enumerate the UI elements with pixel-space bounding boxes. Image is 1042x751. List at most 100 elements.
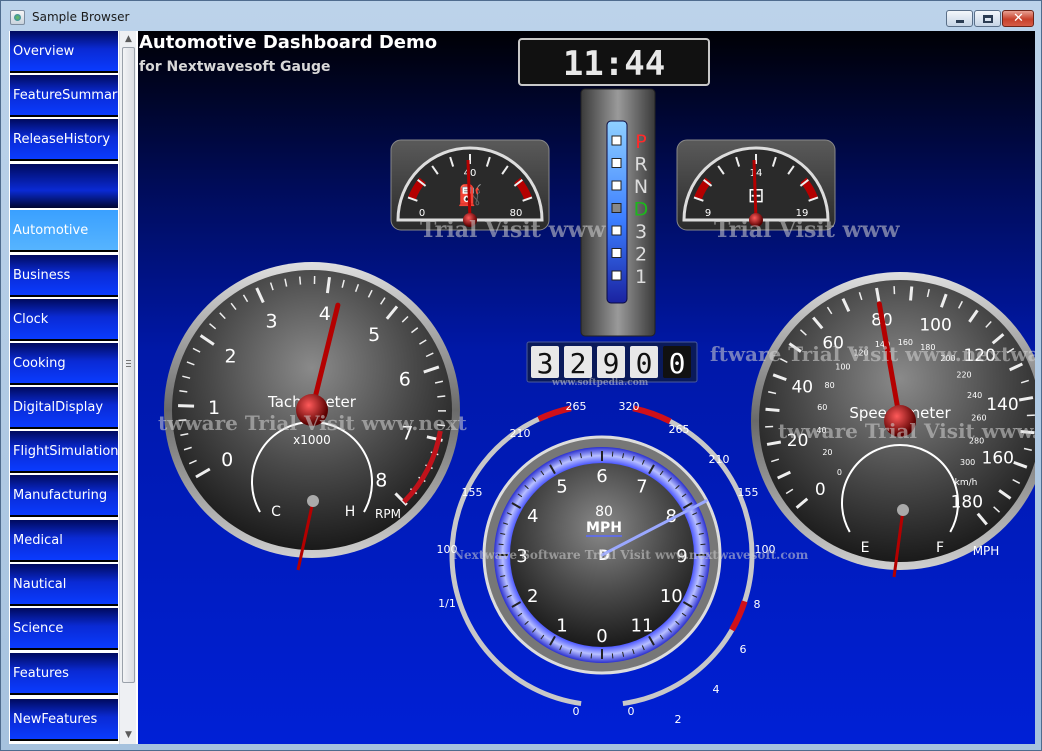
center-right-label: 8 (754, 598, 761, 611)
center-outer-label: 210 (510, 427, 531, 440)
gear-letter: 2 (635, 244, 647, 266)
tachometer-tick (437, 395, 446, 398)
scroll-thumb[interactable] (122, 47, 135, 683)
center-right-label: 4 (713, 683, 720, 696)
center-tick-label: 5 (556, 477, 567, 498)
sidebar-item-automotive[interactable]: Automotive (10, 210, 118, 252)
sidebar-item-nautical[interactable]: Nautical (10, 564, 118, 606)
odometer-digit: 9 (603, 347, 620, 380)
center-tick-label: 11 (631, 615, 654, 636)
center-tick (700, 543, 706, 546)
sidebar-item-flightsimulation[interactable]: FlightSimulation (10, 431, 119, 473)
fuel-empty-label: 0 (573, 705, 580, 718)
tachometer-tick (298, 276, 302, 285)
minimize-icon (956, 20, 964, 23)
center-right-label: 6 (740, 643, 747, 656)
sidebar-item-features[interactable]: Features (10, 653, 118, 695)
watermark-text: twware Trial Visit www.next (158, 411, 468, 435)
digital-display-value: 11:44 (563, 44, 665, 84)
gear-indicator (611, 248, 622, 258)
tachometer-tick-label: 6 (399, 368, 411, 390)
gear-letter: R (634, 154, 647, 176)
temp-low-label: C (271, 504, 281, 520)
speedometer-kmh-label: 300 (960, 458, 975, 467)
gear-indicator (611, 180, 622, 191)
sidebar-item-business[interactable]: Business (10, 255, 118, 297)
speedometer-tick (909, 286, 914, 301)
grip-icon (126, 360, 131, 367)
scroll-up-icon[interactable]: ▲ (122, 32, 135, 46)
sidebar-item-clock[interactable]: Clock (10, 299, 118, 341)
title-bar[interactable]: Sample Browser ✕ (1, 1, 1041, 31)
close-button[interactable]: ✕ (1002, 10, 1034, 27)
watermark-text: Nextwave Software Trial Visit www.nextwa… (453, 548, 809, 562)
speedometer-tick (765, 407, 780, 412)
center-tick (611, 451, 614, 457)
gear-indicator (611, 270, 622, 281)
gear-indicator (611, 203, 622, 213)
center-speed-unit: MPH (586, 520, 622, 536)
speedometer-mph-unit: MPH (973, 544, 1000, 558)
odometer-digit: 2 (570, 347, 587, 380)
tachometer-tick (178, 404, 195, 408)
fuel-high-label: F (936, 540, 944, 556)
center-outer-label: 155 (738, 486, 759, 499)
speedometer-kmh-label: 240 (967, 391, 982, 400)
sidebar-item-digitaldisplay[interactable]: DigitalDisplay (10, 387, 118, 429)
odometer-digit: 0 (669, 347, 686, 380)
gear-letter: P (635, 131, 646, 153)
speedometer-mph-label: 180 (951, 493, 983, 513)
odometer-digit: 0 (636, 347, 653, 380)
center-tick-label: 4 (527, 506, 538, 527)
oil_gauge-needle (466, 159, 472, 221)
center-outer-label: 320 (619, 400, 640, 413)
scroll-down-icon[interactable]: ▼ (122, 728, 135, 742)
gear-letter: N (634, 176, 648, 198)
app-window: Sample Browser ✕ Overview FeatureSummary R… (0, 0, 1042, 751)
watermark-text: www.softpedia.com (551, 378, 649, 388)
speedometer-kmh-label: 220 (956, 371, 971, 380)
center-outer-red-bottom (729, 600, 748, 632)
speedometer-mph-label: 140 (986, 395, 1018, 415)
speedometer-kmh-label: 0 (837, 468, 842, 477)
gear-letter: 1 (635, 266, 647, 288)
speedometer-kmh-label: 20 (822, 448, 832, 457)
center-tick (498, 543, 504, 546)
gear-indicator (611, 158, 622, 168)
watermark-text: Trial Visit www (420, 217, 606, 243)
sidebar-scrollbar[interactable]: ▲ ▼ (119, 31, 136, 744)
sidebar-item-manufacturing[interactable]: Manufacturing (10, 475, 118, 517)
center-tick (590, 653, 593, 659)
page-subtitle: for Nextwavesoft Gauge (139, 59, 331, 75)
sidebar-item-featuresummary[interactable]: FeatureSummary (10, 75, 125, 117)
sidebar-separator (10, 164, 118, 208)
tachometer-tick-label: 3 (266, 311, 278, 333)
sidebar-item-cooking[interactable]: Cooking (10, 343, 118, 385)
sidebar-item-science[interactable]: Science (10, 608, 118, 650)
gear-indicator (611, 225, 622, 236)
tachometer-unit: RPM (375, 507, 401, 521)
maximize-button[interactable] (974, 10, 1001, 27)
tachometer-tick (325, 276, 331, 294)
gear-letter: D (634, 199, 649, 221)
sidebar: Overview FeatureSummary ReleaseHistory Auto… (9, 31, 137, 744)
window-title: Sample Browser (32, 10, 130, 24)
center-right-label: 0 (628, 705, 635, 718)
center-outer-label: 265 (566, 400, 587, 413)
fuel-hub (897, 504, 909, 516)
speedometer-mph-label: 0 (815, 480, 826, 500)
automotive-dashboard: 012345678Tachometerx1000CHRPM02040608010… (138, 31, 1035, 744)
page-title: Automotive Dashboard Demo (139, 32, 438, 53)
minimize-button[interactable] (946, 10, 973, 27)
center-speed-value: 80 (595, 504, 613, 520)
app-icon (10, 10, 25, 25)
tachometer-tick-label: 8 (375, 469, 387, 491)
center-tick (498, 564, 504, 567)
sidebar-item-releasehistory[interactable]: ReleaseHistory (10, 119, 118, 161)
center-tick-label: 7 (636, 477, 647, 498)
sidebar-item-newfeatures[interactable]: NewFeatures (10, 699, 118, 741)
sidebar-item-overview[interactable]: Overview (10, 31, 118, 73)
speedometer-mph-label: 160 (982, 449, 1014, 469)
temp-hub (307, 495, 319, 507)
sidebar-item-medical[interactable]: Medical (10, 520, 118, 562)
